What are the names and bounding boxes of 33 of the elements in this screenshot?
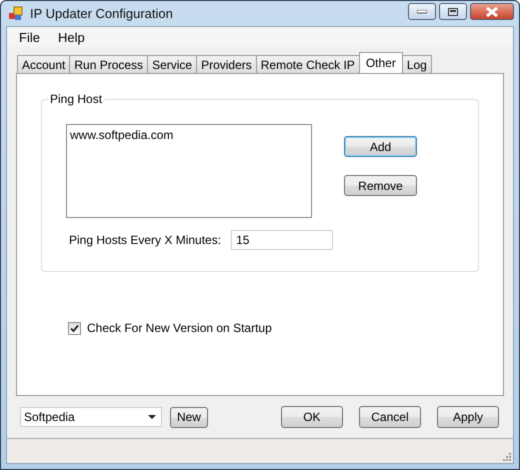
tab[interactable]: Account [17, 55, 70, 73]
list-button[interactable]: Remove [344, 175, 417, 196]
tab[interactable]: Providers [196, 55, 257, 73]
window-title: IP Updater Configuration [30, 6, 173, 21]
caret-icon [148, 414, 156, 420]
checkbox[interactable] [68, 322, 81, 334]
profile-dropdown[interactable]: Softpedia [20, 407, 162, 427]
list-button[interactable]: Add [344, 136, 417, 157]
tab[interactable]: Run Process [69, 55, 148, 73]
host-list[interactable]: www.softpedia.com [66, 124, 312, 218]
menu-item[interactable]: Help [58, 30, 85, 44]
maximize-button[interactable] [439, 3, 467, 20]
new-button[interactable]: New [170, 406, 208, 428]
minimize-icon [417, 10, 427, 14]
tab[interactable]: Service [147, 55, 198, 73]
interval-label: Ping Hosts Every X Minutes: [69, 233, 222, 247]
close-icon [486, 6, 498, 16]
tab[interactable]: Remote Check IP [256, 55, 360, 73]
app-icon [8, 6, 24, 22]
list-item[interactable]: www.softpedia.com [70, 128, 308, 142]
checkbox-label: Check For New Version on Startup [87, 321, 272, 335]
minimize-button[interactable] [408, 3, 436, 20]
maximize-icon [448, 8, 458, 16]
tab[interactable]: Log [402, 55, 432, 73]
interval-field[interactable]: 15 [231, 230, 334, 250]
tab[interactable]: Other [358, 52, 403, 73]
dialog-button[interactable]: Cancel [358, 406, 421, 428]
dialog-button[interactable]: Apply [436, 406, 500, 428]
dialog-button[interactable]: OK [280, 406, 343, 428]
resize-grip-icon [503, 453, 511, 461]
group-title: Ping Host [48, 92, 104, 106]
menu-item[interactable]: File [19, 30, 40, 44]
close-button[interactable] [470, 3, 514, 20]
